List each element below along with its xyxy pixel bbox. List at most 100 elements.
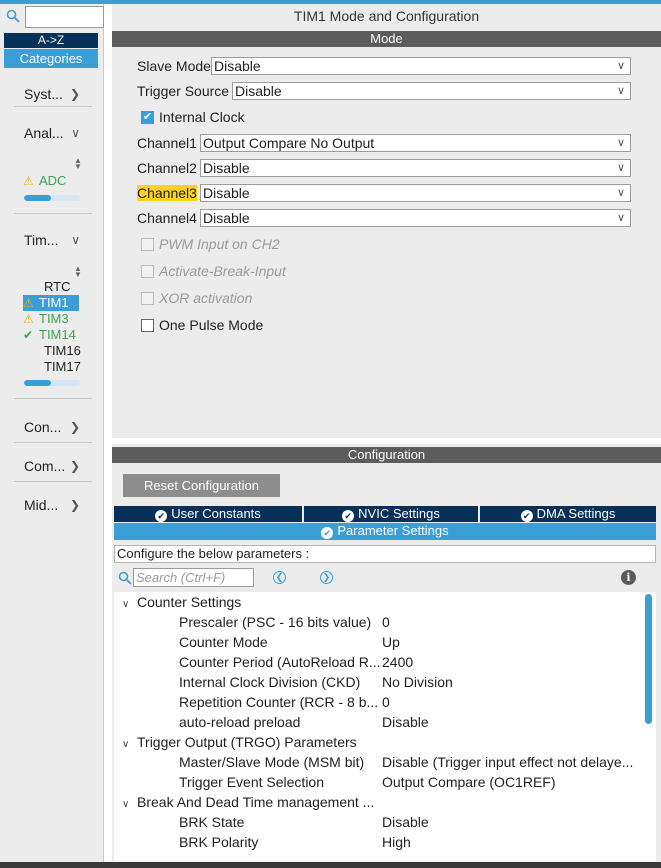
chevron-down-icon: ∨ (71, 233, 80, 247)
param-counter-mode-value[interactable]: Up (382, 634, 644, 650)
chevron-down-icon: ∨ (122, 799, 130, 810)
channel3-label-highlight: Channel3 (137, 185, 197, 201)
tab-parameter-settings-label: Parameter Settings (337, 523, 449, 538)
tab-nvic-settings-label: NVIC Settings (358, 506, 440, 521)
category-connectivity-label: Con... (24, 419, 62, 435)
sidebar-item-adc[interactable]: ⚠ ADC (23, 173, 66, 189)
channel1-select[interactable]: Output Compare No Output ∨ (200, 134, 631, 152)
warning-icon: ⚠ (23, 296, 34, 310)
chevron-right-icon: ❯ (69, 459, 80, 473)
xor-activation-checkbox (141, 292, 154, 305)
tree-group-break-dead-time[interactable]: ∨ Break And Dead Time management ... (122, 794, 374, 810)
warning-icon: ⚠ (23, 174, 34, 188)
slave-mode-value: Disable (214, 58, 261, 74)
param-brk-state-value[interactable]: Disable (382, 814, 644, 830)
param-repetition-counter-value[interactable]: 0 (382, 694, 644, 710)
check-icon: ✔ (23, 328, 34, 342)
category-computing[interactable]: Com... ❯ (24, 458, 90, 474)
tree-group-label: Trigger Output (TRGO) Parameters (137, 734, 357, 750)
sidebar-item-rtc-label: RTC (44, 279, 71, 294)
reset-configuration-button[interactable]: Reset Configuration (123, 474, 280, 497)
sidebar-item-tim3[interactable]: ⚠ TIM3 (23, 311, 69, 327)
timers-scroll-bar[interactable] (24, 380, 80, 386)
page-title: TIM1 Mode and Configuration (293, 8, 480, 24)
param-prescaler-value[interactable]: 0 (382, 614, 644, 630)
sidebar-item-tim17[interactable]: TIM17 (44, 359, 81, 375)
tab-user-constants[interactable]: ✔ User Constants (114, 506, 302, 522)
slave-mode-select[interactable]: Disable ∨ (211, 57, 631, 75)
analog-scroll-bar[interactable] (24, 195, 80, 201)
param-prescaler-name: Prescaler (PSC - 16 bits value) (179, 614, 372, 630)
tab-dma-settings[interactable]: ✔ DMA Settings (480, 506, 656, 522)
configure-parameters-label: Configure the below parameters : (114, 545, 656, 563)
param-counter-mode-name: Counter Mode (179, 634, 268, 650)
param-trigger-event-value[interactable]: Output Compare (OC1REF) (382, 774, 644, 790)
configuration-section-header: Configuration (112, 447, 661, 463)
search-icon (118, 571, 132, 585)
info-icon[interactable]: i (621, 570, 636, 585)
category-timers-label: Tim... (24, 232, 59, 248)
chevron-down-icon: ∨ (122, 739, 130, 750)
tree-group-counter-settings[interactable]: ∨ Counter Settings (122, 594, 241, 610)
search-icon (6, 9, 20, 23)
category-system[interactable]: Syst... ❯ (24, 86, 90, 102)
tree-group-trgo[interactable]: ∨ Trigger Output (TRGO) Parameters (122, 734, 357, 750)
categories-sidebar: A->Z Categories Syst... ❯ Anal... ∨ ▲ ▼ ⚠… (0, 0, 104, 868)
tab-dma-settings-label: DMA Settings (536, 506, 616, 521)
sidebar-item-tim14-label: TIM14 (39, 327, 76, 342)
category-analog[interactable]: Anal... ∨ (24, 125, 90, 141)
tree-group-label: Break And Dead Time management ... (137, 794, 375, 810)
chevron-down-icon: ∨ (71, 126, 80, 140)
parameter-search-input[interactable]: Search (Ctrl+F) (133, 568, 254, 587)
trigger-source-label: Trigger Source (137, 83, 230, 99)
chevron-down-icon: ∨ (616, 162, 625, 174)
param-clock-division-name: Internal Clock Division (CKD) (179, 674, 361, 690)
check-circle-icon: ✔ (520, 510, 533, 522)
trigger-source-value: Disable (235, 83, 282, 99)
one-pulse-checkbox[interactable] (141, 319, 154, 332)
param-counter-period-value[interactable]: 2400 (382, 654, 644, 670)
channel4-select[interactable]: Disable ∨ (200, 209, 631, 227)
channel1-value: Output Compare No Output (203, 135, 375, 151)
sidebar-item-rtc[interactable]: RTC (44, 279, 70, 295)
tab-nvic-settings[interactable]: ✔ NVIC Settings (304, 506, 478, 522)
sidebar-item-tim14[interactable]: ✔ TIM14 (23, 327, 81, 343)
category-timers[interactable]: Tim... ∨ (24, 232, 90, 248)
param-brk-polarity-value[interactable]: High (382, 834, 644, 850)
sidebar-search-input[interactable] (25, 6, 104, 28)
categories-tab[interactable]: Categories (4, 49, 98, 68)
pwm-input-checkbox (141, 238, 154, 251)
category-middleware[interactable]: Mid... ❯ (24, 497, 90, 513)
sort-arrows-icon[interactable]: ▲ ▼ (74, 265, 82, 279)
channel4-value: Disable (203, 210, 250, 226)
sort-arrows-icon[interactable]: ▲ ▼ (74, 157, 82, 171)
sidebar-item-tim16[interactable]: TIM16 (44, 343, 81, 359)
param-clock-division-value[interactable]: No Division (382, 674, 644, 690)
next-match-icon[interactable]: ❯ (320, 571, 333, 584)
sidebar-item-tim16-label: TIM16 (44, 343, 81, 358)
channel3-select[interactable]: Disable ∨ (200, 184, 631, 202)
trigger-source-select[interactable]: Disable ∨ (232, 82, 631, 100)
internal-clock-checkbox[interactable]: ✔ (141, 111, 154, 124)
param-msm-value[interactable]: Disable (Trigger input effect not delaye… (382, 754, 644, 770)
activate-break-label: Activate-Break-Input (159, 263, 286, 279)
warning-icon: ⚠ (23, 312, 34, 326)
channel2-select[interactable]: Disable ∨ (200, 159, 631, 177)
param-autoreload-value[interactable]: Disable (382, 714, 644, 730)
parameter-tree-scrollbar[interactable] (645, 594, 652, 724)
parameter-tree: ∨ Counter Settings Prescaler (PSC - 16 bi… (114, 592, 656, 868)
param-trigger-event-name: Trigger Event Selection (179, 774, 324, 790)
chevron-down-icon: ∨ (616, 137, 625, 149)
param-autoreload-name: auto-reload preload (179, 714, 301, 730)
category-middleware-label: Mid... (24, 497, 59, 513)
sidebar-item-tim1[interactable]: ⚠ TIM1 (23, 295, 79, 311)
chevron-right-icon: ❯ (69, 498, 80, 512)
channel1-label: Channel1 (137, 135, 197, 151)
sort-az-button[interactable]: A->Z (4, 33, 98, 48)
chevron-right-icon: ❯ (69, 420, 80, 434)
divider (14, 213, 92, 214)
category-connectivity[interactable]: Con... ❯ (24, 419, 90, 435)
previous-match-icon[interactable]: ❮ (273, 571, 286, 584)
tab-parameter-settings[interactable]: ✔ Parameter Settings (114, 523, 656, 540)
check-circle-icon: ✔ (321, 527, 334, 539)
